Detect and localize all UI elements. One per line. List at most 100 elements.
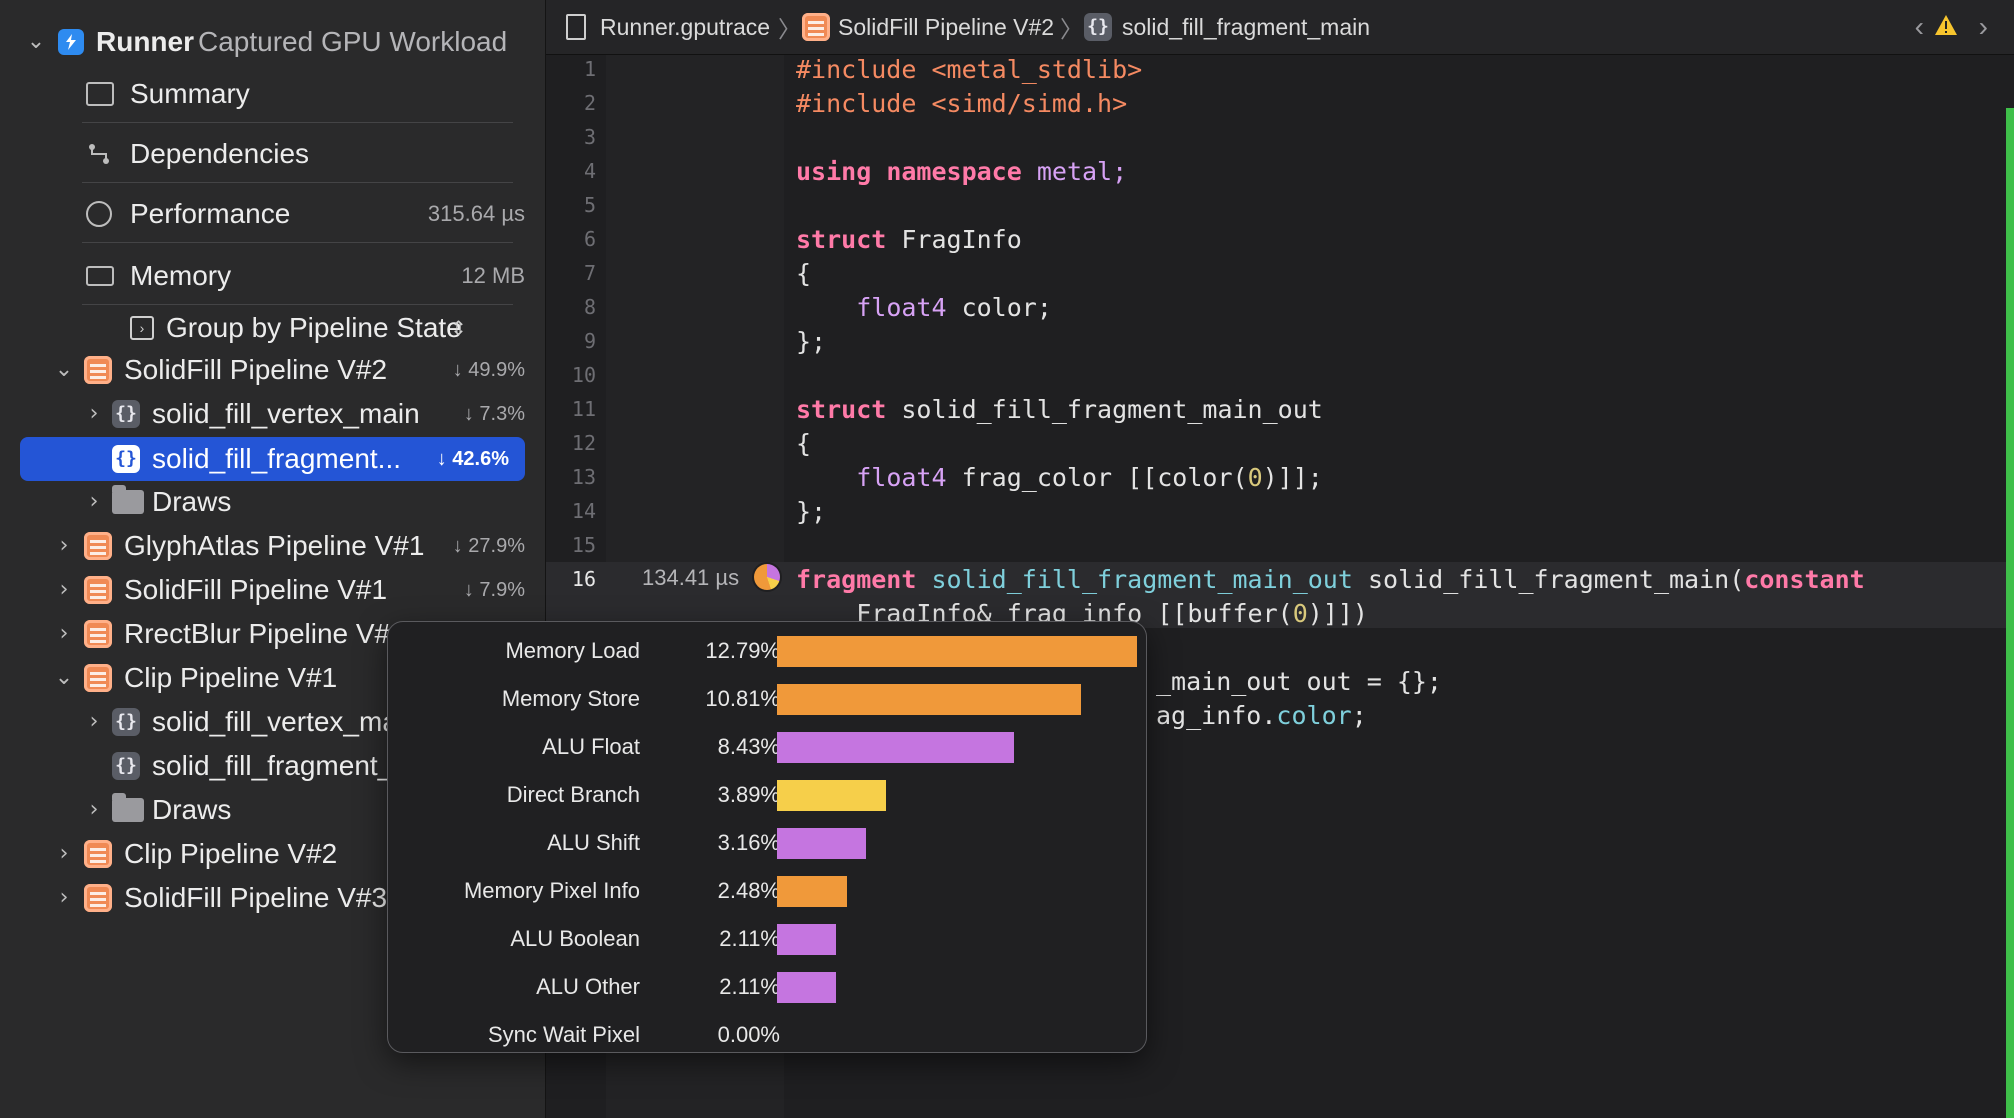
code-line: float4 frag_color [[color(0)]]; xyxy=(856,463,1323,492)
tree-item-fragment-main-selected[interactable]: {} solid_fill_fragment... ↓ 42.6% xyxy=(20,437,525,481)
tree-item-draws[interactable]: › Draws xyxy=(0,480,545,524)
metric-value: 2.11% xyxy=(719,974,780,999)
line-number: 1 xyxy=(583,57,596,81)
pipeline-icon xyxy=(84,884,112,912)
chevron-down-icon[interactable]: ⌄ xyxy=(54,667,74,689)
group-by-selector[interactable]: › Group by Pipeline State ⇕ xyxy=(0,306,545,350)
shader-cost-popover: Memory Load 12.79% Memory Store 10.81% ALU F… xyxy=(387,621,1147,1053)
folder-icon xyxy=(112,485,144,514)
code-line: { xyxy=(796,429,812,458)
pipeline-icon xyxy=(84,840,112,868)
warning-icon[interactable] xyxy=(1934,14,1958,42)
nav-performance[interactable]: Performance 315.64 µs xyxy=(0,192,545,236)
nav-dependencies[interactable]: Dependencies xyxy=(0,132,545,176)
tree-item-label: Clip Pipeline V#1 xyxy=(124,662,338,693)
chevron-right-icon[interactable]: › xyxy=(84,799,104,821)
tree-item-label: Draws xyxy=(152,794,232,825)
line-number: 15 xyxy=(571,533,596,557)
metric-name: ALU Boolean xyxy=(510,926,640,951)
pipeline-icon xyxy=(84,664,112,692)
nav-summary-label: Summary xyxy=(130,78,250,109)
tree-item-vertex-main[interactable]: › {} solid_fill_vertex_main ↓ 7.3% xyxy=(0,392,545,436)
memory-icon xyxy=(86,266,114,286)
line-number: 11 xyxy=(571,397,596,421)
chevron-right-icon[interactable]: › xyxy=(84,711,104,733)
tree-item-label: GlyphAtlas Pipeline V#1 xyxy=(124,530,425,561)
app-subtitle: Captured GPU Workload xyxy=(198,26,508,57)
metric-value: 8.43% xyxy=(717,734,780,759)
folder-icon xyxy=(112,793,144,822)
metric-name: Direct Branch xyxy=(506,782,640,807)
code-line: struct solid_fill_fragment_main_out xyxy=(796,395,1323,424)
metric-value: 2.11% xyxy=(719,926,780,951)
memory-value: 12 MB xyxy=(461,263,525,288)
breadcrumb-pipeline[interactable]: SolidFill Pipeline V#2 xyxy=(838,14,1054,41)
function-icon: {} xyxy=(112,708,140,736)
tree-item-pct: ↓ 42.6% xyxy=(436,448,509,470)
app-icon xyxy=(58,29,84,55)
chevron-right-icon[interactable]: › xyxy=(54,843,74,865)
chevron-right-icon[interactable]: › xyxy=(84,403,104,425)
nav-memory-label: Memory xyxy=(130,260,232,291)
cost-metric-row: Memory Store 10.81% xyxy=(388,676,1146,724)
metric-value: 3.16% xyxy=(717,830,780,855)
pipeline-icon xyxy=(84,532,112,560)
chevron-down-icon[interactable]: ⌄ xyxy=(54,359,74,381)
nav-memory[interactable]: Memory 12 MB xyxy=(0,254,545,298)
metric-bar xyxy=(777,972,836,1003)
nav-summary[interactable]: Summary xyxy=(0,72,545,116)
code-line: float4 color; xyxy=(856,293,1052,322)
line-number: 8 xyxy=(583,295,596,319)
tree-item-pct: ↓ 27.9% xyxy=(452,534,525,557)
tree-item-solidfill-v1[interactable]: › SolidFill Pipeline V#1 ↓ 7.9% xyxy=(0,568,545,612)
line-number: 7 xyxy=(583,261,596,285)
metric-name: Memory Pixel Info xyxy=(463,878,640,903)
cost-pie-icon[interactable] xyxy=(754,564,780,590)
back-chevron-icon[interactable]: ‹ xyxy=(1915,11,1924,43)
metric-name: ALU Float xyxy=(542,734,640,759)
tree-item-label: SolidFill Pipeline V#3 xyxy=(124,882,388,913)
workload-header[interactable]: ⌄ Runner Captured GPU Workload xyxy=(0,20,545,64)
metric-bar xyxy=(777,876,847,907)
forward-chevron-icon[interactable]: › xyxy=(1979,11,1988,43)
metric-value: 3.89% xyxy=(717,782,780,807)
nav-performance-label: Performance xyxy=(130,198,291,229)
dependencies-icon xyxy=(88,140,110,164)
tree-item-solidfill-v2[interactable]: ⌄ SolidFill Pipeline V#2 ↓ 49.9% xyxy=(0,348,545,392)
chevron-right-icon[interactable]: › xyxy=(84,491,104,513)
chevron-right-icon[interactable]: › xyxy=(54,579,74,601)
performance-value: 315.64 µs xyxy=(427,201,525,226)
code-line: { xyxy=(796,259,812,288)
line-number: 5 xyxy=(583,193,596,217)
tree-item-glyphatlas-v1[interactable]: › GlyphAtlas Pipeline V#1 ↓ 27.9% xyxy=(0,524,545,568)
breadcrumb-separator-icon: 〉 xyxy=(778,16,801,42)
metric-value: 2.48% xyxy=(717,878,780,903)
cost-metric-row: ALU Float 8.43% xyxy=(388,724,1146,772)
chevron-right-icon[interactable]: › xyxy=(54,887,74,909)
code-line: struct FragInfo xyxy=(796,225,1022,254)
pipeline-icon xyxy=(84,356,112,384)
function-icon: {} xyxy=(112,445,140,473)
breadcrumb-file[interactable]: Runner.gputrace xyxy=(600,14,770,41)
line-number-current: 16 xyxy=(571,567,596,591)
tree-item-label: solid_fill_vertex_ma xyxy=(152,706,398,737)
code-line-partial: _main_out out = {}; xyxy=(1156,667,1442,696)
chevron-right-icon[interactable]: › xyxy=(54,535,74,557)
code-line: using namespace metal; xyxy=(796,157,1128,186)
change-indicator-bar xyxy=(2006,108,2014,1118)
tree-item-pct: ↓ 7.9% xyxy=(463,578,525,601)
breadcrumb-function[interactable]: solid_fill_fragment_main xyxy=(1122,14,1370,41)
tree-item-label: Clip Pipeline V#2 xyxy=(124,838,338,869)
chevron-down-icon[interactable]: ⌄ xyxy=(26,31,46,53)
code-line-partial: ag_info.color; xyxy=(1156,701,1367,730)
tree-item-pct: ↓ 49.9% xyxy=(452,358,525,381)
metric-value: 10.81% xyxy=(705,686,780,711)
tree-item-pct: ↓ 7.3% xyxy=(463,402,525,425)
nav-dependencies-label: Dependencies xyxy=(130,138,310,169)
metric-name: ALU Shift xyxy=(547,830,640,855)
code-line: }; xyxy=(796,327,827,356)
chevron-right-icon[interactable]: › xyxy=(54,623,74,645)
cost-metric-row: Memory Pixel Info 2.48% xyxy=(388,868,1146,916)
document-icon xyxy=(566,14,586,40)
stopwatch-icon xyxy=(86,201,112,227)
